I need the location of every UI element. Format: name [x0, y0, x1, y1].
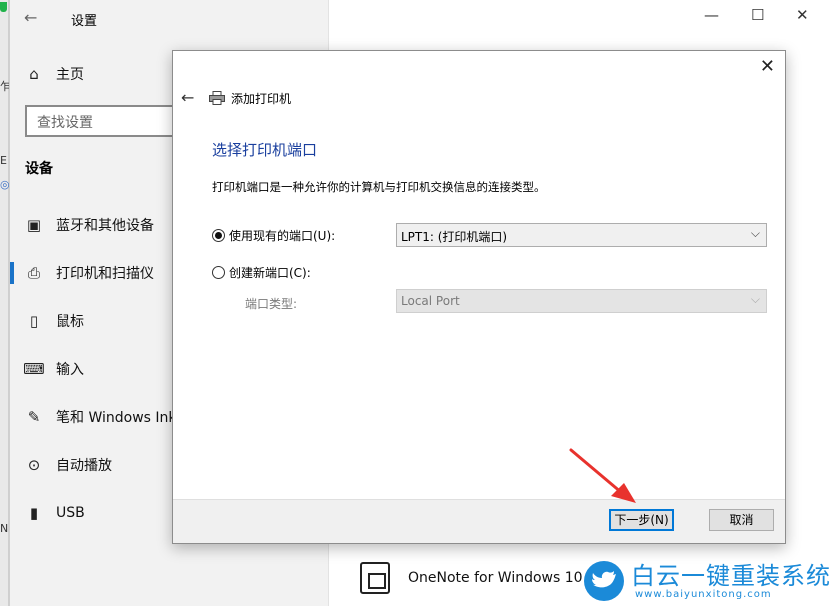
watermark-url: www.baiyunxitong.com — [635, 588, 772, 600]
radio-label: 使用现有的端口(U): — [229, 229, 336, 243]
nav-label: USB — [56, 505, 85, 521]
window-title: 设置 — [71, 14, 98, 29]
next-button[interactable]: 下一步(N) — [609, 509, 674, 531]
keyboard-icon: ⌨ — [23, 360, 45, 378]
background-window-edge: 乍 E ◎ N — [0, 0, 11, 606]
nav-label: 蓝牙和其他设备 — [56, 218, 154, 234]
select-value: LPT1: (打印机端口) — [401, 230, 508, 244]
radio-button[interactable] — [212, 266, 225, 279]
bluetooth-devices-icon: ▣ — [26, 216, 42, 234]
back-arrow-icon[interactable]: ← — [24, 8, 37, 27]
dialog-title: 添加打印机 — [231, 92, 292, 106]
nav-label: 主页 — [56, 67, 84, 83]
dialog-close-icon[interactable]: ✕ — [760, 56, 775, 77]
bird-logo-icon — [584, 561, 624, 601]
add-printer-dialog: ✕ ← 添加打印机 选择打印机端口 打印机端口是一种允许你的计算机与打印机交换信… — [172, 50, 786, 544]
section-title: 设备 — [25, 161, 53, 177]
home-icon: ⌂ — [29, 65, 39, 83]
nav-label: 笔和 Windows Ink — [56, 410, 177, 426]
dialog-heading: 选择打印机端口 — [212, 141, 318, 159]
chevron-down-icon: ⌵ — [750, 292, 760, 306]
minimize-icon[interactable]: — — [704, 6, 719, 24]
printer-icon: ⎙ — [27, 264, 40, 282]
existing-port-select[interactable]: LPT1: (打印机端口) ⌵ — [396, 223, 767, 247]
maximize-icon[interactable]: ☐ — [751, 6, 764, 24]
radio-existing-port[interactable]: 使用现有的端口(U): — [212, 227, 335, 244]
radio-button-checked[interactable] — [212, 229, 225, 242]
close-icon[interactable]: ✕ — [796, 6, 809, 24]
printer-icon — [209, 91, 225, 105]
printer-device-icon — [360, 562, 390, 594]
mouse-icon: ▯ — [29, 312, 39, 330]
dialog-back-icon[interactable]: ← — [181, 88, 194, 107]
usb-icon: ▮ — [29, 504, 39, 522]
radio-new-port[interactable]: 创建新端口(C): — [212, 264, 311, 281]
nav-label: 输入 — [56, 362, 84, 378]
radio-label: 创建新端口(C): — [229, 266, 311, 280]
watermark-title: 白云一键重装系统 — [631, 561, 831, 590]
nav-label: 鼠标 — [56, 314, 84, 330]
cancel-button[interactable]: 取消 — [709, 509, 774, 531]
port-type-select: Local Port ⌵ — [396, 289, 767, 313]
bg-char: E — [0, 154, 7, 167]
select-value: Local Port — [401, 294, 460, 308]
app-icon — [0, 2, 7, 12]
nav-label: 打印机和扫描仪 — [56, 266, 154, 282]
dialog-footer: 下一步(N) 取消 — [173, 499, 785, 543]
chevron-down-icon: ⌵ — [750, 226, 760, 240]
bg-char: N — [0, 522, 9, 535]
onenote-item[interactable]: OneNote for Windows 10 — [360, 562, 583, 594]
autoplay-icon: ⊙ — [27, 456, 41, 474]
nav-label: 自动播放 — [56, 458, 112, 474]
dialog-description: 打印机端口是一种允许你的计算机与打印机交换信息的连接类型。 — [212, 180, 546, 194]
watermark: 白云一键重装系统 www.baiyunxitong.com — [583, 560, 831, 602]
port-type-label: 端口类型: — [245, 297, 298, 311]
onenote-label: OneNote for Windows 10 — [408, 570, 583, 586]
pen-icon: ✎ — [27, 408, 41, 426]
